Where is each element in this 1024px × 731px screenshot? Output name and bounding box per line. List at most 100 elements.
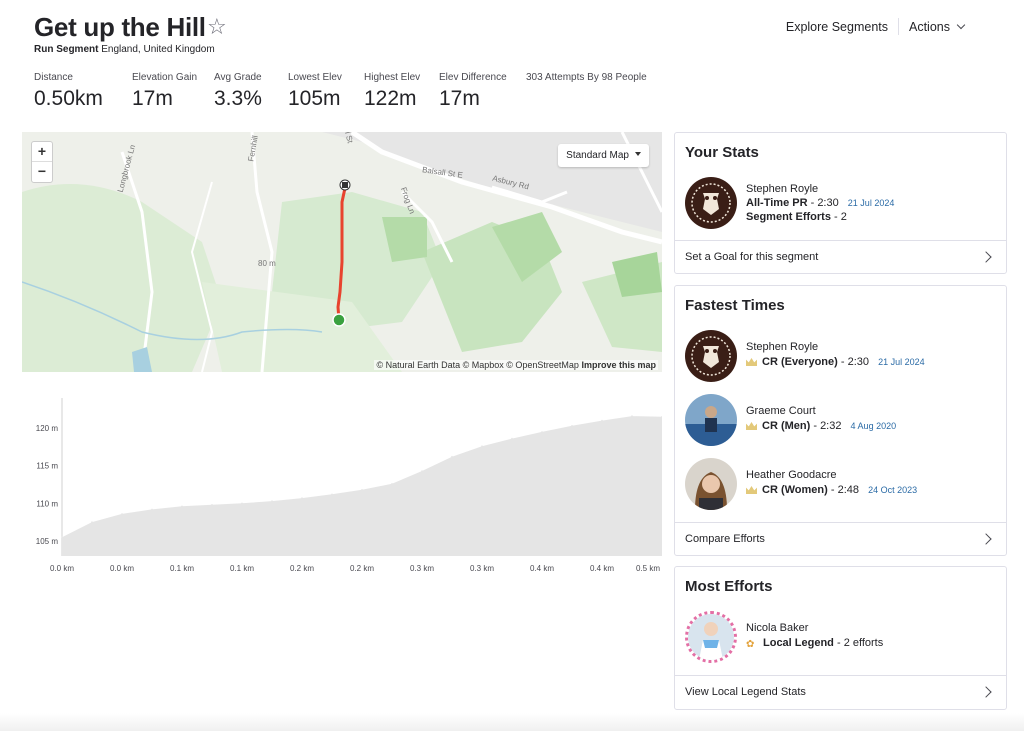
leaderboard-entry: Stephen Royle CR (Everyone) - 2:30 21 Ju… [675, 326, 1006, 390]
fastest-times-panel: Fastest Times Stephen Royle CR (Everyone… [674, 285, 1007, 556]
local-legend-entry: Nicola Baker ✿ Local Legend - 2 efforts [675, 607, 1006, 671]
map-type-select[interactable]: Standard Map [558, 144, 649, 167]
elevation-chart[interactable]: 105 m 110 m 115 m 120 m 0.0 km 0.0 km 0.1 km 0.… [22, 392, 662, 577]
stat-value: 17m [439, 87, 480, 110]
improve-map-link[interactable]: Improve this map [581, 360, 656, 370]
actions-label: Actions [909, 19, 950, 34]
top-nav: Explore Segments Actions [776, 18, 974, 35]
segment-map[interactable]: Balsall St E Asbury Rd Frog Ln Fernhill … [22, 132, 662, 372]
actions-menu[interactable]: Actions [899, 20, 974, 34]
y-tick-label: 110 m [36, 499, 58, 508]
x-tick-label: 0.5 km [636, 564, 660, 573]
stat-elev-difference: Elev Difference 17m [439, 72, 507, 111]
page-bottom-edge [0, 713, 1024, 731]
contour-label: 80 m [258, 259, 276, 268]
record-label: CR (Everyone) [762, 356, 838, 368]
x-tick-label: 0.0 km [50, 564, 74, 573]
avatar[interactable] [685, 177, 737, 229]
x-tick-label: 0.2 km [290, 564, 314, 573]
x-tick-label: 0.2 km [350, 564, 374, 573]
x-tick-label: 0.1 km [230, 564, 254, 573]
stat-value: 105m [288, 87, 341, 110]
y-tick-label: 105 m [36, 537, 59, 546]
elevation-point [331, 493, 333, 496]
chevron-right-icon [980, 686, 992, 698]
athlete-name[interactable]: Stephen Royle [746, 183, 818, 195]
legend-line: ✿ Local Legend - 2 efforts [746, 637, 883, 650]
x-tick-label: 0.1 km [170, 564, 194, 573]
record-time: - 2:32 [813, 420, 842, 432]
local-legend-stats-label: View Local Legend Stats [685, 686, 806, 698]
efforts-value: - 2 [834, 211, 847, 223]
segment-location: England, United Kingdom [101, 44, 215, 55]
stat-label: Highest Elev [364, 72, 421, 83]
stat-avg-grade: Avg Grade 3.3% [214, 72, 268, 111]
elevation-point [301, 497, 303, 499]
chevron-right-icon [980, 251, 992, 263]
elevation-point [391, 483, 393, 485]
avatar[interactable] [685, 611, 737, 663]
avatar[interactable] [685, 330, 737, 382]
elevation-point [481, 445, 483, 447]
chevron-down-icon [956, 20, 966, 29]
athlete-name[interactable]: Nicola Baker [746, 622, 808, 634]
x-tick-label: 0.3 km [410, 564, 434, 573]
record-time: - 2:48 [830, 484, 859, 496]
elevation-point [151, 508, 153, 511]
explore-segments-link[interactable]: Explore Segments [776, 20, 898, 34]
map-canvas [22, 132, 662, 372]
local-legend-stats-link[interactable]: View Local Legend Stats [675, 675, 1006, 709]
elevation-point [511, 437, 513, 440]
x-tick-label: 0.0 km [110, 564, 134, 573]
elevation-point [451, 455, 453, 458]
stat-label: Distance [34, 72, 73, 83]
efforts-line: Segment Efforts - 2 [746, 211, 847, 223]
compare-efforts-link[interactable]: Compare Efforts [675, 522, 1006, 556]
set-goal-link[interactable]: Set a Goal for this segment [675, 240, 1006, 274]
record-line: CR (Men) - 2:32 4 Aug 2020 [746, 420, 896, 432]
stat-label: Lowest Elev [288, 72, 342, 83]
pr-value: - 2:30 [810, 197, 839, 209]
crown-icon [746, 358, 757, 366]
segment-stats: Distance 0.50km Elevation Gain 17m Avg G… [34, 72, 667, 111]
map-type-label: Standard Map [566, 150, 629, 161]
elevation-point [61, 536, 63, 538]
record-line: CR (Everyone) - 2:30 21 Jul 2024 [746, 356, 925, 368]
segment-type: Run Segment [34, 44, 99, 55]
crown-icon [746, 422, 757, 430]
chevron-right-icon [980, 533, 992, 545]
stat-value: 122m [364, 87, 417, 110]
stat-highest-elev: Highest Elev 122m [364, 72, 421, 111]
athlete-name[interactable]: Heather Goodacre [746, 469, 837, 481]
efforts-label: Segment Efforts [746, 211, 831, 223]
attribution-text: © Natural Earth Data © Mapbox © OpenStre… [376, 360, 579, 370]
effort-count: - 2 efforts [836, 637, 884, 649]
zoom-in-button[interactable]: + [32, 142, 52, 162]
stat-lowest-elev: Lowest Elev 105m [288, 72, 344, 111]
legend-label: Local Legend [763, 637, 834, 649]
elevation-point [241, 502, 243, 505]
record-label: CR (Women) [762, 484, 828, 496]
avatar[interactable] [685, 394, 737, 446]
your-stats-panel: Your Stats Stephen Royle All-Time PR - 2… [674, 132, 1007, 274]
stat-label: Avg Grade [214, 72, 262, 83]
record-date[interactable]: 21 Jul 2024 [878, 357, 925, 367]
zoom-controls: + − [31, 141, 53, 183]
athlete-name[interactable]: Graeme Court [746, 405, 816, 417]
leaderboard-entry: Graeme Court CR (Men) - 2:32 4 Aug 2020 [675, 390, 1006, 454]
compare-efforts-label: Compare Efforts [685, 533, 765, 545]
x-tick-label: 0.3 km [470, 564, 494, 573]
elevation-point [361, 489, 363, 491]
record-date[interactable]: 24 Oct 2023 [868, 485, 917, 495]
star-icon[interactable]: ☆ [207, 14, 227, 40]
elevation-point [211, 504, 213, 506]
record-date[interactable]: 4 Aug 2020 [851, 421, 897, 431]
pr-date[interactable]: 21 Jul 2024 [848, 198, 895, 208]
panel-title: Your Stats [685, 144, 759, 161]
x-tick-label: 0.4 km [530, 564, 554, 573]
zoom-out-button[interactable]: − [32, 162, 52, 182]
athlete-name[interactable]: Stephen Royle [746, 341, 818, 353]
laurel-icon: ✿ [746, 639, 755, 650]
avatar[interactable] [685, 458, 737, 510]
elevation-point [571, 425, 573, 427]
